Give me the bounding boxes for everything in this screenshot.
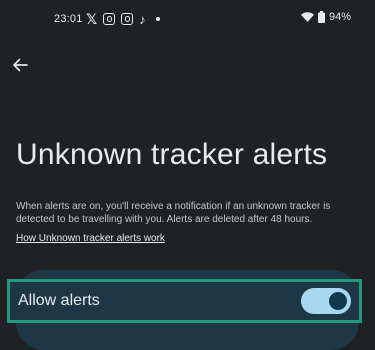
help-link[interactable]: How Unknown tracker alerts work <box>16 233 165 244</box>
allow-alerts-toggle[interactable] <box>301 288 351 314</box>
page-title: Unknown tracker alerts <box>16 138 328 171</box>
dot-icon <box>155 17 160 21</box>
allow-alerts-row[interactable]: Allow alerts <box>7 279 362 323</box>
allow-alerts-label: Allow alerts <box>18 292 100 309</box>
page-description: When alerts are on, you'll receive a not… <box>16 201 331 225</box>
instagram-icon <box>103 13 116 25</box>
status-bar: 23:01 𝕏 ♪ 94% <box>0 0 375 40</box>
arrow-back-icon <box>12 57 28 78</box>
toggle-thumb <box>329 292 347 310</box>
wifi-icon <box>300 12 314 22</box>
battery-percent: 94% <box>328 11 351 23</box>
notification-icons: 𝕏 ♪ <box>86 12 160 26</box>
back-button[interactable] <box>8 55 32 79</box>
instagram-icon <box>121 13 134 25</box>
system-icons: 94% <box>300 11 351 23</box>
x-icon: 𝕏 <box>86 11 98 27</box>
status-time: 23:01 <box>54 13 83 25</box>
battery-icon <box>317 11 325 23</box>
tiktok-icon: ♪ <box>139 11 146 27</box>
